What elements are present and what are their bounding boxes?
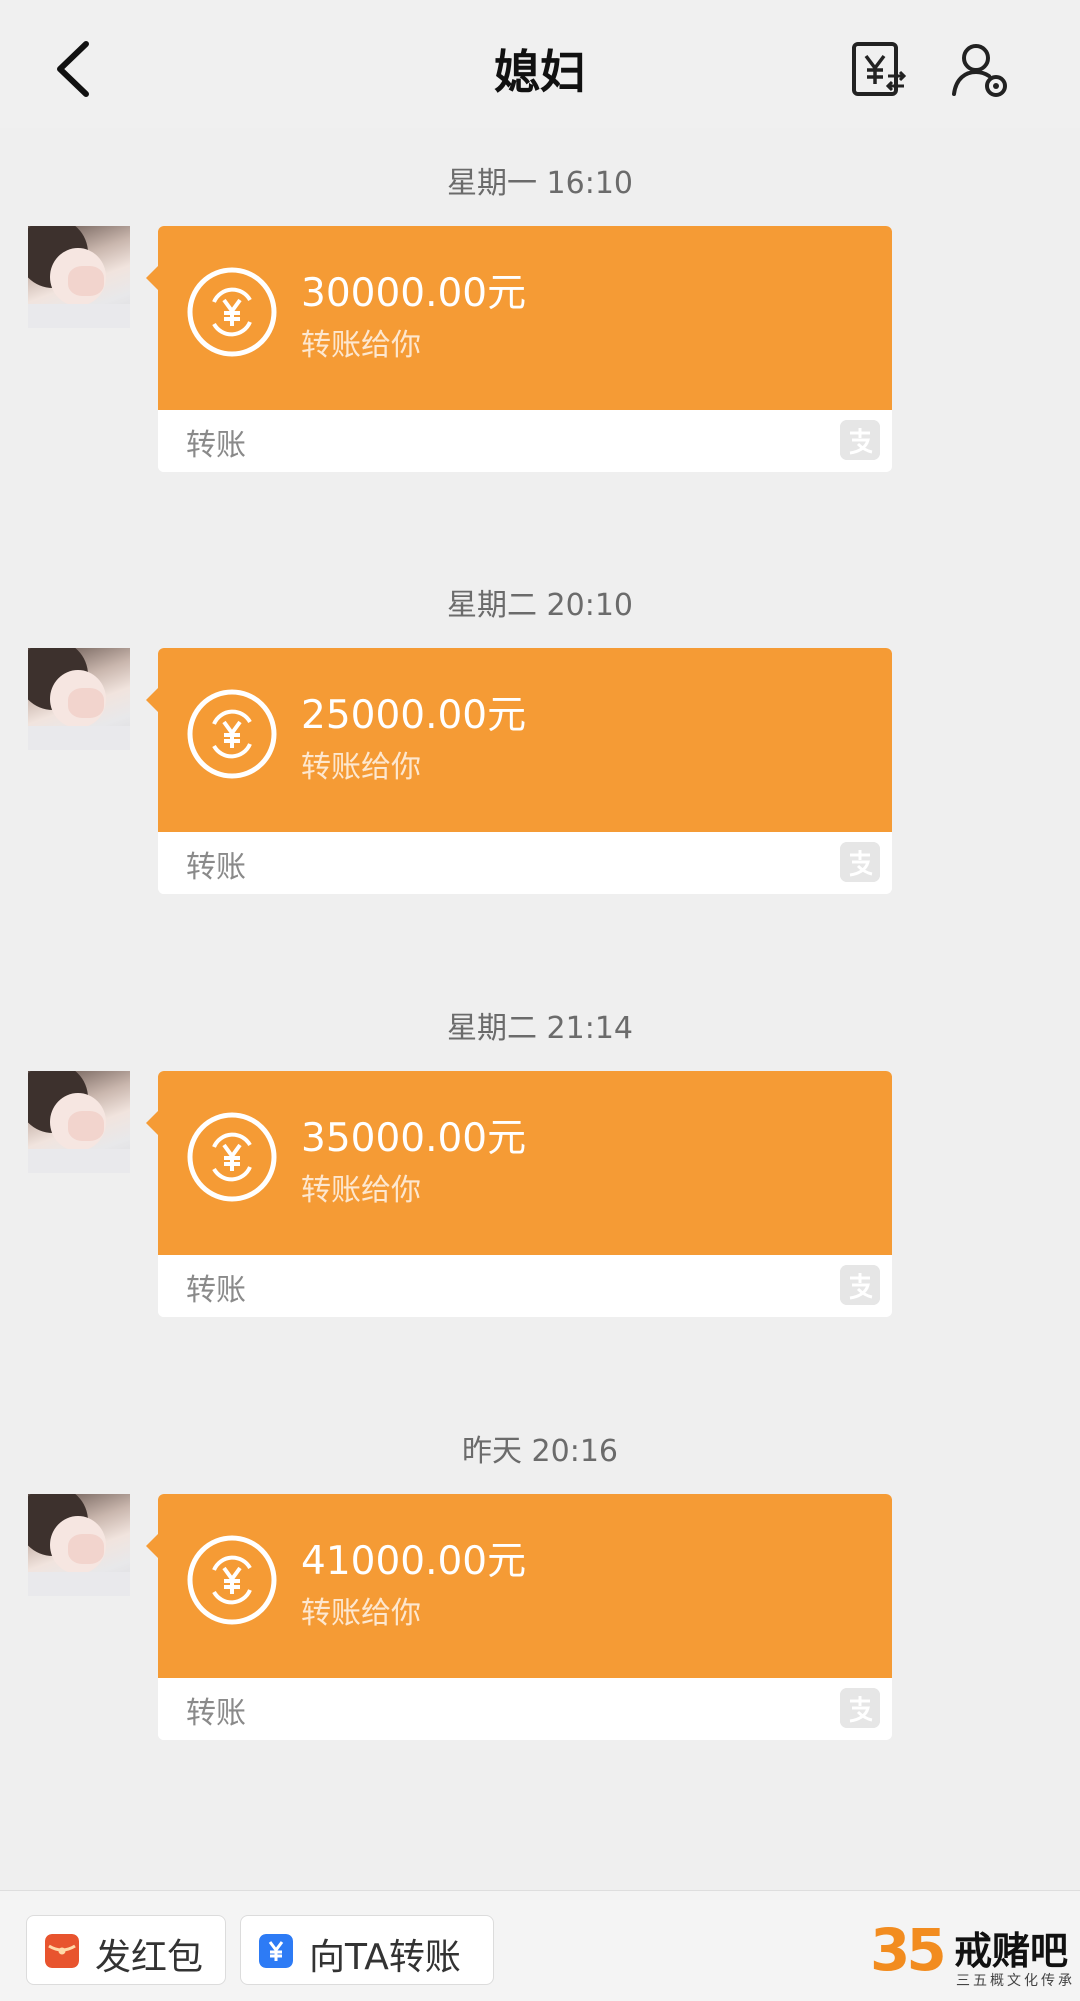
avatar[interactable] <box>28 648 130 750</box>
transfer-label: 转账 <box>186 428 246 463</box>
watermark-logo: 35 戒赌吧 三五概文化传承 <box>866 1916 1076 2000</box>
transfer-message: 星期一 16:10 30000.00元 转账给你 转账 <box>0 158 1080 472</box>
red-packet-icon <box>45 1934 79 1968</box>
yuan-transfer-icon <box>187 1112 277 1202</box>
transfer-subtitle: 转账给你 <box>301 1173 421 1208</box>
chevron-left-icon <box>57 41 89 97</box>
transfer-to-ta-label: 向TA转账 <box>309 1937 461 1978</box>
transfer-label: 转账 <box>186 850 246 885</box>
user-settings-icon <box>952 44 1007 97</box>
message-timestamp: 星期二 21:14 <box>447 1011 633 1046</box>
transfer-amount: 35000.00元 <box>301 1116 527 1161</box>
avatar[interactable] <box>28 1494 130 1596</box>
alipay-icon <box>840 420 880 460</box>
transfer-card[interactable]: 30000.00元 转账给你 转账 <box>158 226 892 472</box>
page-title: 媳妇 <box>494 45 586 99</box>
transfer-yuan-icon <box>259 1934 293 1968</box>
yuan-transfer-icon <box>187 1535 277 1625</box>
transfer-message: 昨天 20:16 41000.00元 转账给你 转账 <box>0 1426 1080 1740</box>
transfer-subtitle: 转账给你 <box>301 328 421 363</box>
profile-settings-button[interactable] <box>948 38 1012 102</box>
transfer-to-ta-button[interactable]: 向TA转账 <box>240 1915 494 1985</box>
alipay-icon <box>840 1265 880 1305</box>
transfer-label: 转账 <box>186 1273 246 1308</box>
transfer-subtitle: 转账给你 <box>301 750 421 785</box>
top-bar: 媳妇 <box>0 0 1080 128</box>
avatar[interactable] <box>28 226 130 328</box>
transfer-card[interactable]: 35000.00元 转账给你 转账 <box>158 1071 892 1317</box>
alipay-icon <box>840 842 880 882</box>
transfer-card[interactable]: 41000.00元 转账给你 转账 <box>158 1494 892 1740</box>
watermark-number: 35 <box>870 1916 947 1984</box>
back-button[interactable] <box>44 34 108 104</box>
message-timestamp: 星期二 20:10 <box>447 588 633 623</box>
watermark-name: 戒赌吧 <box>954 1929 1069 1973</box>
transfer-message: 星期二 21:14 35000.00元 转账给你 转账 <box>0 1003 1080 1317</box>
transfer-label: 转账 <box>186 1696 246 1731</box>
transfer-subtitle: 转账给你 <box>301 1596 421 1631</box>
message-timestamp: 昨天 20:16 <box>462 1434 618 1469</box>
transfer-amount: 41000.00元 <box>301 1539 527 1584</box>
transfer-amount: 30000.00元 <box>301 271 527 316</box>
red-packet-button[interactable]: 发红包 <box>26 1915 226 1985</box>
yuan-bill-icon <box>852 42 907 96</box>
message-timestamp: 星期一 16:10 <box>447 166 633 201</box>
alipay-icon <box>840 1688 880 1728</box>
transfer-amount: 25000.00元 <box>301 693 527 738</box>
yuan-transfer-icon <box>187 267 277 357</box>
transfer-message: 星期二 20:10 25000.00元 转账给你 转账 <box>0 580 1080 894</box>
avatar[interactable] <box>28 1071 130 1173</box>
red-packet-label: 发红包 <box>95 1937 204 1978</box>
watermark-tagline: 三五概文化传承 <box>956 1973 1075 1989</box>
transfer-card[interactable]: 25000.00元 转账给你 转账 <box>158 648 892 894</box>
yuan-transfer-icon <box>187 689 277 779</box>
bill-button[interactable] <box>846 38 910 102</box>
